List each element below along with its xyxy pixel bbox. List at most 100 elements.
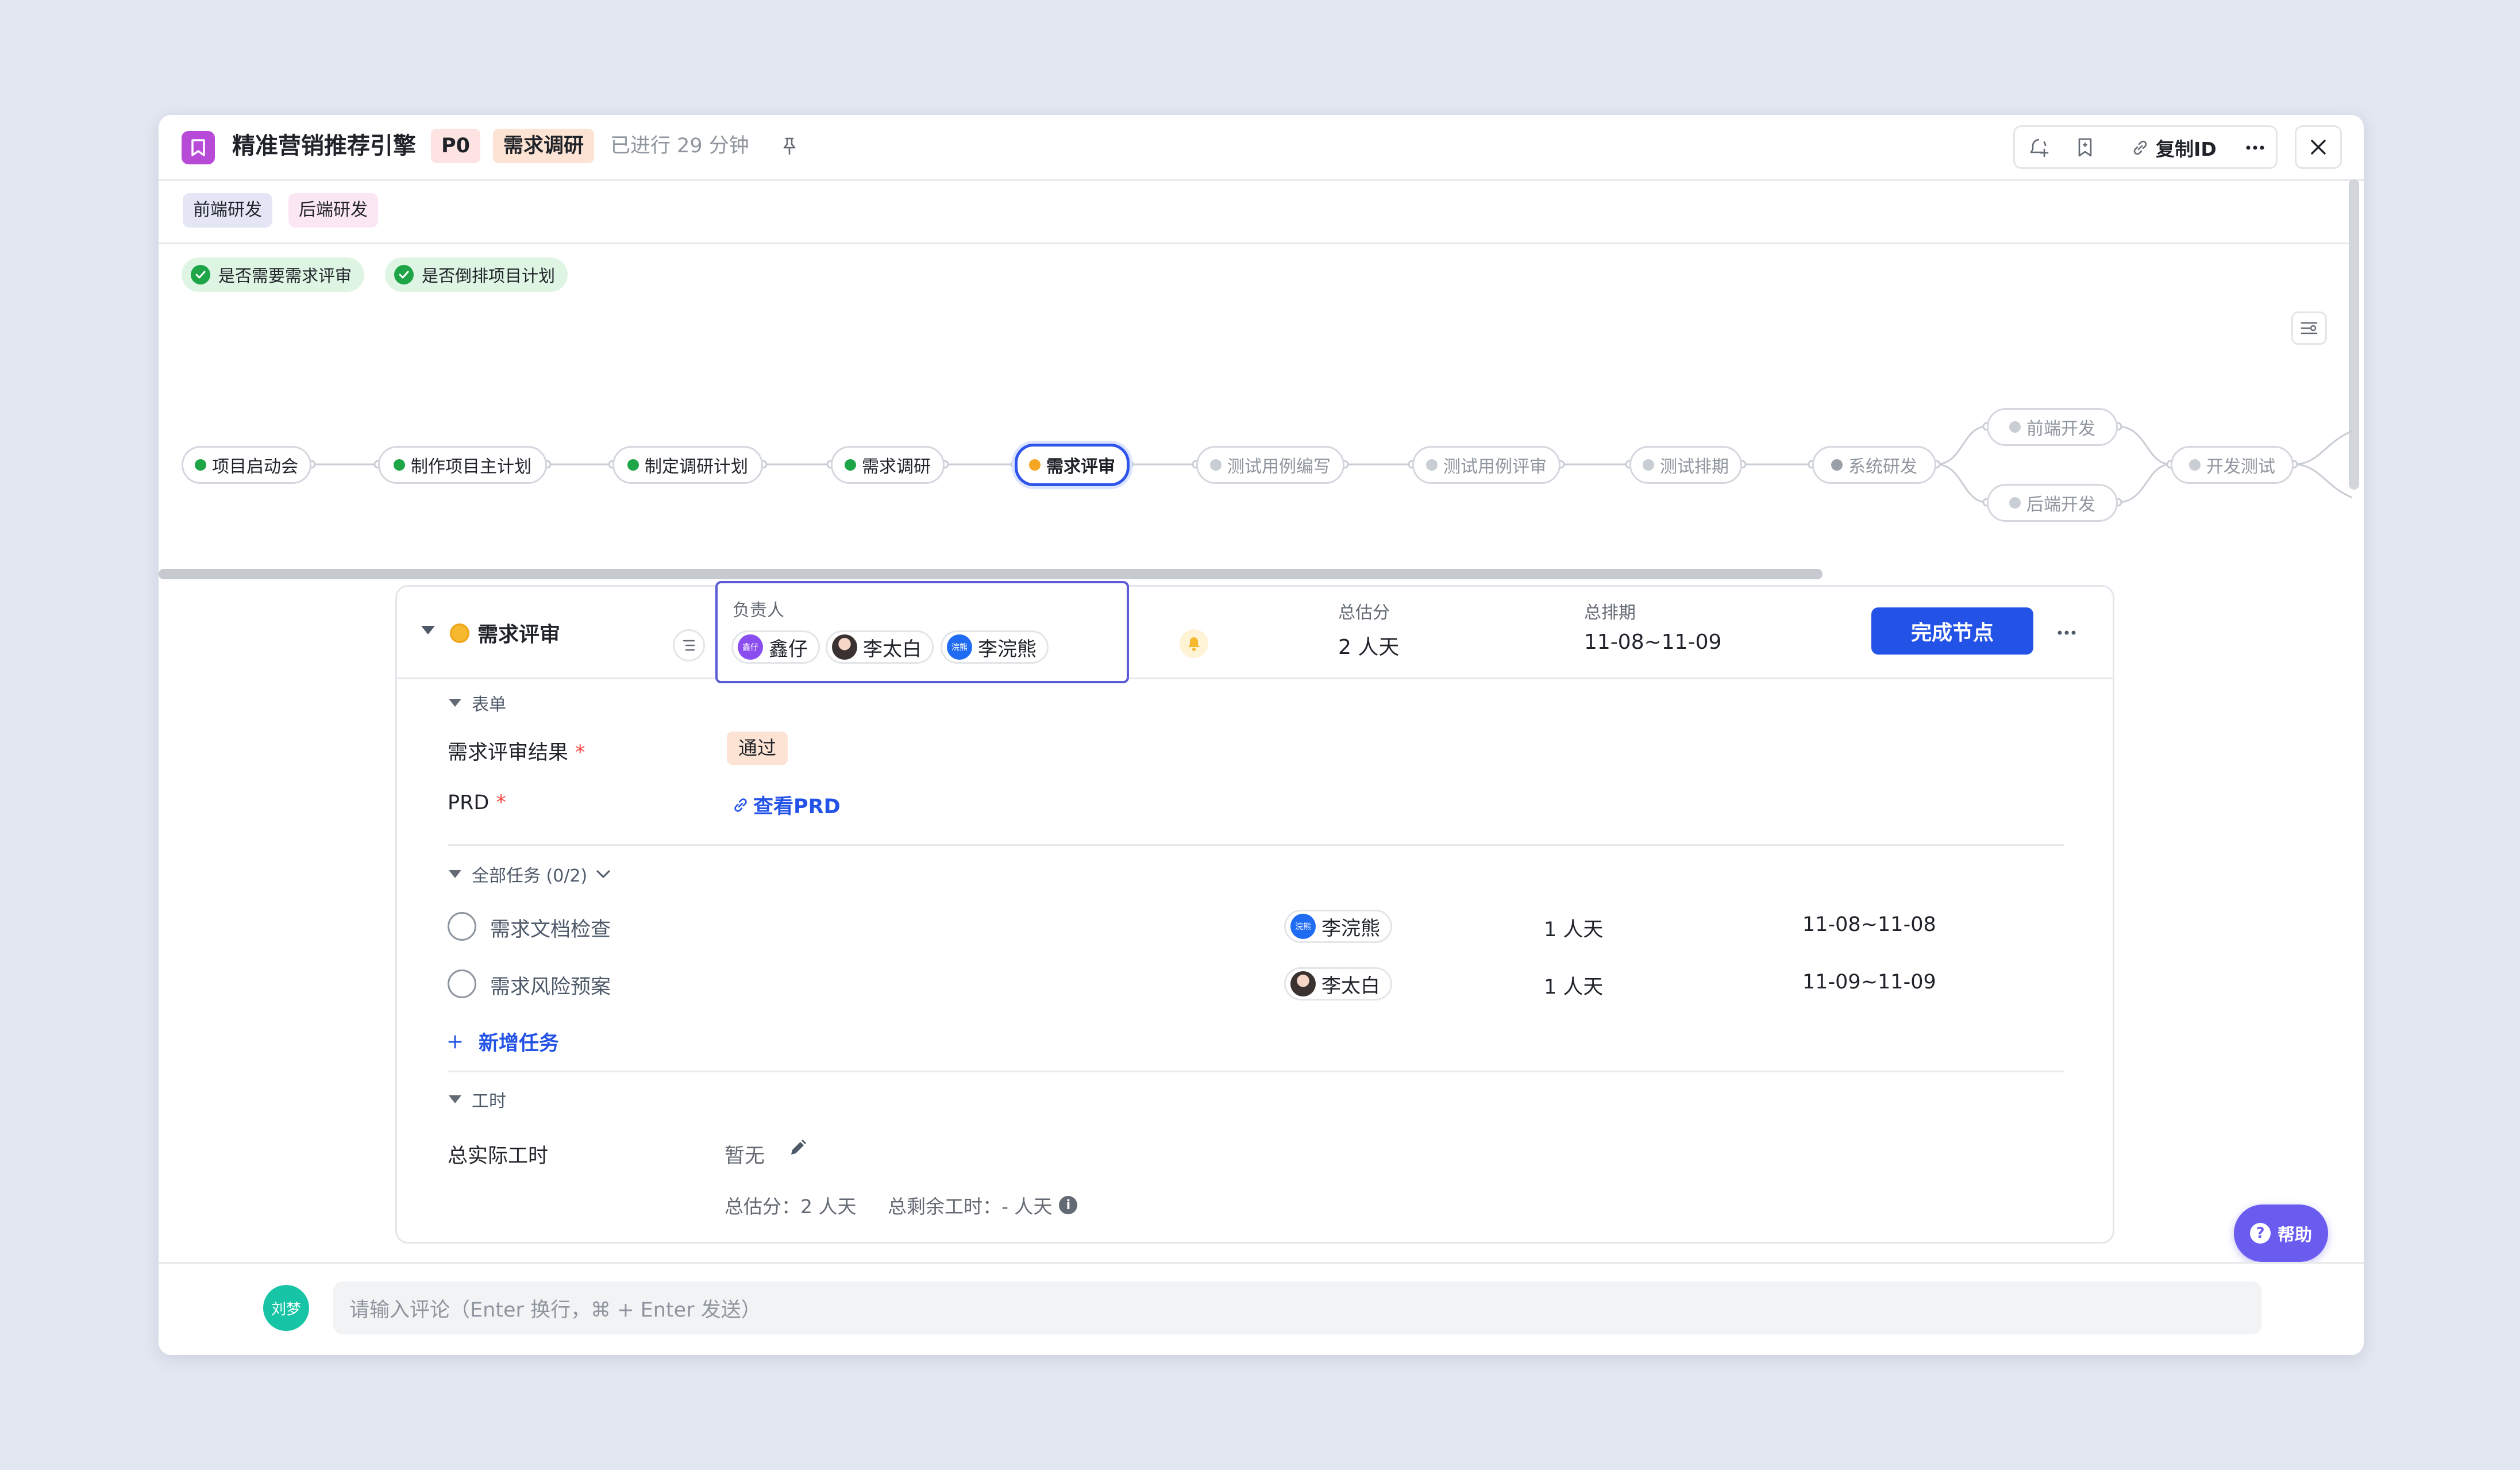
task-detail-window: 精准营销推荐引擎 P0 需求调研 已进行 29 分钟 复制ID 前端研发 后端研… [159, 115, 2364, 1355]
divider [448, 844, 2064, 846]
flow-node-label: 制定调研计划 [645, 457, 748, 477]
status-dot [394, 459, 405, 471]
workflow-graph: 项目启动会 制作项目主计划 制定调研计划 需求调研 需求评审 测试用例编写 测试… [159, 402, 2352, 552]
priority-tag[interactable]: P0 [431, 129, 481, 163]
condition-chip[interactable]: 是否需要需求评审 [182, 257, 365, 292]
collapse-caret-icon[interactable] [421, 626, 435, 634]
bookmark-icon[interactable] [2070, 133, 2100, 163]
flow-node-label: 测试用例编写 [1227, 457, 1331, 477]
avatar: 浣熊 [1290, 914, 1316, 939]
link-label: 查看PRD [753, 795, 841, 818]
task-date[interactable]: 11-08~11-08 [1802, 913, 1936, 936]
field-label: PRD * [448, 791, 506, 814]
list-icon[interactable] [673, 629, 705, 661]
horizontal-scrollbar[interactable] [159, 569, 1822, 579]
flow-node-testcase-review[interactable]: 测试用例评审 [1412, 446, 1560, 484]
estimate-value[interactable]: 2 人天 [1338, 630, 1399, 660]
more-icon[interactable] [2240, 133, 2270, 163]
divider [448, 1071, 2064, 1072]
schedule-value[interactable]: 11-08~11-09 [1584, 630, 1721, 654]
section-title: 全部任务 (0/2) [472, 866, 588, 886]
task-owner-chip[interactable]: 李太白 [1284, 967, 1392, 1000]
complete-node-button[interactable]: 完成节点 [1871, 607, 2033, 655]
worktime-section-toggle[interactable]: 工时 [449, 1087, 506, 1112]
header-toolbar: 复制ID [2013, 125, 2278, 169]
task-effort[interactable]: 1 人天 [1544, 913, 1603, 942]
review-result-tag[interactable]: 通过 [727, 732, 788, 765]
owner-name: 李太白 [1321, 974, 1380, 998]
flow-node-backend-dev[interactable]: 后端开发 [1987, 484, 2118, 522]
flow-node-test-schedule[interactable]: 测试排期 [1629, 446, 1742, 484]
task-name[interactable]: 需求文档检查 [490, 913, 611, 942]
avatar: 鑫仔 [738, 634, 763, 660]
role-tag-backend[interactable]: 后端研发 [288, 193, 378, 228]
field-label: 需求评审结果 * [448, 741, 585, 764]
check-circle-icon [191, 265, 210, 284]
close-icon[interactable] [2295, 125, 2342, 169]
copy-id-button[interactable]: 复制ID [2117, 133, 2230, 163]
flow-node-kickoff[interactable]: 项目启动会 [182, 446, 311, 484]
task-owner-chip[interactable]: 浣熊 李浣熊 [1284, 910, 1392, 943]
flow-node-label: 制作项目主计划 [411, 457, 531, 477]
help-button[interactable]: ? 帮助 [2234, 1205, 2328, 1262]
node-detail-card: 需求评审 负责人 鑫仔 鑫仔 李太白 浣熊 李浣熊 总估分 2 人天 总排期 1… [395, 581, 2114, 1244]
avatar [1290, 971, 1316, 996]
link-icon [2130, 138, 2150, 157]
avatar: 浣熊 [947, 634, 972, 660]
flow-node-label: 开发测试 [2206, 457, 2275, 477]
flow-node-research-plan[interactable]: 制定调研计划 [612, 446, 763, 484]
form-section-toggle[interactable]: 表单 [449, 690, 506, 715]
task-name[interactable]: 需求风险预案 [490, 971, 611, 1000]
bookmark-app-icon [182, 131, 215, 164]
flow-node-label: 系统研发 [1848, 457, 1917, 477]
info-icon[interactable]: i [1059, 1196, 1078, 1214]
tasks-section-toggle[interactable]: 全部任务 (0/2) [449, 861, 611, 887]
flow-node-label: 前端开发 [2026, 419, 2095, 439]
worktime-value: 暂无 [725, 1145, 765, 1168]
flow-node-review[interactable]: 需求评审 [1015, 444, 1130, 486]
edit-icon[interactable] [787, 1137, 808, 1161]
flow-node-testcase-write[interactable]: 测试用例编写 [1196, 446, 1344, 484]
worktime-estimate-summary: 总估分：2 人天 [725, 1195, 857, 1218]
owner-chip[interactable]: 李太白 [826, 630, 934, 664]
owner-field[interactable]: 负责人 鑫仔 鑫仔 李太白 浣熊 李浣熊 [715, 581, 1129, 683]
link-icon [731, 796, 750, 814]
flow-node-label: 测试排期 [1660, 457, 1729, 477]
flow-node-label: 需求评审 [1046, 457, 1115, 477]
flow-node-master-plan[interactable]: 制作项目主计划 [378, 446, 547, 484]
flow-settings-icon[interactable] [2291, 311, 2327, 345]
flow-node-dev-test[interactable]: 开发测试 [2171, 446, 2294, 484]
owner-chip[interactable]: 浣熊 李浣熊 [941, 630, 1049, 664]
owner-label: 负责人 [733, 601, 784, 621]
task-checkbox[interactable] [448, 912, 476, 941]
add-task-button[interactable]: 新增任务 [448, 1027, 559, 1056]
flow-node-system-dev[interactable]: 系统研发 [1812, 446, 1936, 484]
task-effort[interactable]: 1 人天 [1544, 971, 1603, 1000]
status-dot [1210, 459, 1222, 471]
more-icon[interactable] [2056, 627, 2077, 638]
add-task-label: 新增任务 [479, 1032, 560, 1055]
role-tag-frontend[interactable]: 前端研发 [183, 193, 272, 228]
node-name: 需求评审 [477, 623, 561, 647]
status-dot [627, 459, 639, 471]
condition-chip[interactable]: 是否倒排项目计划 [385, 257, 568, 292]
view-prd-link[interactable]: 查看PRD [731, 790, 841, 819]
stage-tag[interactable]: 需求调研 [493, 129, 595, 163]
bell-icon[interactable] [1180, 629, 1208, 658]
page-title: 精准营销推荐引擎 [232, 133, 416, 159]
flow-node-frontend-dev[interactable]: 前端开发 [1987, 408, 2118, 446]
follow-icon[interactable] [2024, 133, 2054, 163]
task-checkbox[interactable] [448, 969, 476, 998]
section-title: 工时 [472, 1091, 506, 1111]
condition-label: 是否倒排项目计划 [422, 266, 556, 286]
condition-label: 是否需要需求评审 [218, 266, 352, 286]
status-dot [2009, 421, 2021, 433]
comment-input[interactable]: 请输入评论（Enter 换行，⌘ + Enter 发送） [333, 1282, 2261, 1334]
task-date[interactable]: 11-09~11-09 [1802, 971, 1936, 994]
pin-icon[interactable] [775, 131, 804, 161]
flow-node-label: 测试用例评审 [1443, 457, 1547, 477]
chevron-down-icon[interactable] [595, 869, 611, 879]
owner-chip[interactable]: 鑫仔 鑫仔 [731, 630, 820, 664]
flow-node-research[interactable]: 需求调研 [831, 446, 945, 484]
status-dot [1426, 459, 1438, 471]
